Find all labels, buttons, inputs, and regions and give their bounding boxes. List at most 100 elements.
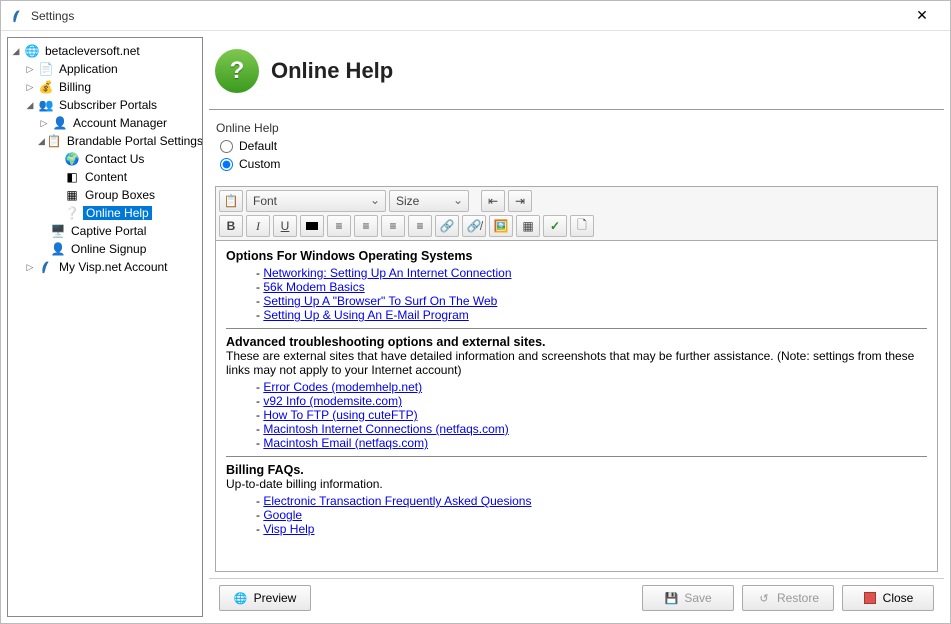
radio-custom-input[interactable]: [220, 158, 233, 171]
underline-button[interactable]: U: [273, 215, 297, 237]
font-select[interactable]: Font: [246, 190, 386, 212]
tree-item-application[interactable]: ▷ 📄 Application: [10, 60, 200, 78]
tree-item-subscriber-portals[interactable]: ◢ 👥 Subscriber Portals: [10, 96, 200, 114]
tree-label: Billing: [57, 80, 93, 94]
list-item: Visp Help: [256, 522, 927, 536]
expander-icon[interactable]: ▷: [24, 63, 36, 75]
content-link[interactable]: How To FTP (using cuteFTP): [263, 408, 417, 422]
tree-item-online-help[interactable]: ❔ Online Help: [10, 204, 200, 222]
expander-icon[interactable]: ▷: [24, 81, 36, 93]
expander-icon[interactable]: ◢: [38, 135, 45, 147]
restore-button: ↺ Restore: [742, 585, 834, 611]
link-list: Electronic Transaction Frequently Asked …: [226, 494, 927, 536]
expander-icon[interactable]: ◢: [24, 99, 36, 111]
font-color-button[interactable]: [300, 215, 324, 237]
tree-item-billing[interactable]: ▷ 💰 Billing: [10, 78, 200, 96]
tree-item-brandable-portal-settings[interactable]: ◢ 📋 Brandable Portal Settings: [10, 132, 200, 150]
content-link[interactable]: Macintosh Internet Connections (netfaqs.…: [263, 422, 508, 436]
content-link[interactable]: Visp Help: [263, 522, 314, 536]
list-item: Macintosh Email (netfaqs.com): [256, 436, 927, 450]
tree-item-group-boxes[interactable]: ▦ Group Boxes: [10, 186, 200, 204]
insert-link-button[interactable]: 🔗: [435, 215, 459, 237]
tree-item-my-visp-account[interactable]: ▷ My Visp.net Account: [10, 258, 200, 276]
tree-item-account-manager[interactable]: ▷ 👤 Account Manager: [10, 114, 200, 132]
align-right-button[interactable]: ≡: [381, 215, 405, 237]
align-justify-button[interactable]: ≡: [408, 215, 432, 237]
restore-icon: ↺: [757, 591, 771, 605]
remove-link-button[interactable]: 🔗̸: [462, 215, 486, 237]
window-title: Settings: [31, 9, 902, 23]
tree-label: Account Manager: [71, 116, 169, 130]
align-center-button[interactable]: ≡: [354, 215, 378, 237]
expander-icon[interactable]: ▷: [24, 261, 36, 273]
tree-root[interactable]: ◢ 🌐 betacleversoft.net: [10, 42, 200, 60]
content-link[interactable]: Networking: Setting Up An Internet Conne…: [263, 266, 511, 280]
list-item: 56k Modem Basics: [256, 280, 927, 294]
grid-icon: ▦: [64, 187, 80, 203]
contact-icon: 🌍: [64, 151, 80, 167]
list-item: v92 Info (modemsite.com): [256, 394, 927, 408]
size-select-label: Size: [396, 194, 419, 208]
tree-label: Online Help: [83, 206, 152, 220]
align-left-button[interactable]: ≡: [327, 215, 351, 237]
content-link[interactable]: v92 Info (modemsite.com): [263, 394, 402, 408]
italic-button[interactable]: I: [246, 215, 270, 237]
section-subtitle: These are external sites that have detai…: [226, 349, 927, 377]
list-item: Electronic Transaction Frequently Asked …: [256, 494, 927, 508]
expander-icon[interactable]: ◢: [10, 45, 22, 57]
list-item: Networking: Setting Up An Internet Conne…: [256, 266, 927, 280]
settings-page-icon: 📋: [47, 133, 62, 149]
save-button: 💾 Save: [642, 585, 734, 611]
preview-button[interactable]: 🌐 Preview: [219, 585, 311, 611]
tree-label: Captive Portal: [69, 224, 148, 238]
tree-label: Brandable Portal Settings: [65, 134, 203, 148]
tree-item-contact-us[interactable]: 🌍 Contact Us: [10, 150, 200, 168]
content-link[interactable]: Google: [263, 508, 302, 522]
content-link[interactable]: Setting Up & Using An E-Mail Program: [263, 308, 468, 322]
tree-item-content[interactable]: ◧ Content: [10, 168, 200, 186]
clear-format-button[interactable]: 🗋: [570, 215, 594, 237]
insert-image-button[interactable]: 🖼️: [489, 215, 513, 237]
tree-label: Content: [83, 170, 129, 184]
insert-table-button[interactable]: ▦: [516, 215, 540, 237]
radio-default[interactable]: Default: [220, 139, 939, 153]
size-select[interactable]: Size: [389, 190, 469, 212]
close-label: Close: [883, 591, 914, 605]
bold-button[interactable]: B: [219, 215, 243, 237]
content-link[interactable]: Macintosh Email (netfaqs.com): [263, 436, 428, 450]
preview-label: Preview: [254, 591, 297, 605]
list-item: How To FTP (using cuteFTP): [256, 408, 927, 422]
spellcheck-button[interactable]: ✓: [543, 215, 567, 237]
expander-icon[interactable]: ▷: [38, 117, 50, 129]
tree-item-online-signup[interactable]: 👤 Online Signup: [10, 240, 200, 258]
window-close-button[interactable]: ✕: [902, 2, 942, 30]
online-help-group: Online Help Default Custom: [213, 120, 940, 176]
tree-item-captive-portal[interactable]: 🖥️ Captive Portal: [10, 222, 200, 240]
close-button[interactable]: Close: [842, 585, 934, 611]
navigation-tree[interactable]: ◢ 🌐 betacleversoft.net ▷ 📄 Application ▷…: [7, 37, 203, 617]
portal-icon: 👥: [38, 97, 54, 113]
section-subtitle: Up-to-date billing information.: [226, 477, 927, 491]
outdent-button[interactable]: ⇤: [481, 190, 505, 212]
list-item: Macintosh Internet Connections (netfaqs.…: [256, 422, 927, 436]
restore-label: Restore: [777, 591, 819, 605]
globe-icon: 🌐: [234, 591, 248, 605]
content-link[interactable]: Electronic Transaction Frequently Asked …: [263, 494, 531, 508]
visp-icon: [38, 259, 54, 275]
help-icon: ❔: [64, 205, 80, 221]
tree-label: Application: [57, 62, 120, 76]
radio-custom[interactable]: Custom: [220, 157, 939, 171]
radio-default-input[interactable]: [220, 140, 233, 153]
paste-button[interactable]: 📋: [219, 190, 243, 212]
close-icon: [863, 591, 877, 605]
section-heading: Options For Windows Operating Systems: [226, 249, 927, 263]
content-link[interactable]: Setting Up A "Browser" To Surf On The We…: [263, 294, 497, 308]
editor-area[interactable]: Options For Windows Operating Systems Net…: [215, 241, 938, 572]
content-link[interactable]: Error Codes (modemhelp.net): [263, 380, 422, 394]
link-list: Error Codes (modemhelp.net)v92 Info (mod…: [226, 380, 927, 450]
content-link[interactable]: 56k Modem Basics: [263, 280, 364, 294]
indent-button[interactable]: ⇥: [508, 190, 532, 212]
page-header: Online Help: [209, 37, 944, 110]
tree-label: betacleversoft.net: [43, 44, 142, 58]
group-label: Online Help: [214, 121, 939, 135]
